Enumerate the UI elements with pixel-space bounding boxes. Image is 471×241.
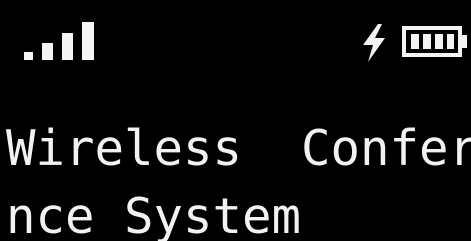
lightning-bolt-icon [360,24,388,62]
signal-bar-2 [42,43,53,60]
signal-strength-icon [24,22,98,60]
display-text-line-1: Wireless Confere [6,120,471,177]
battery-icon [402,26,468,57]
device-display-screen: Wireless Confere nce System [0,0,471,241]
display-text-line-2: nce System [6,188,302,241]
signal-bar-1 [24,52,33,60]
signal-bar-3 [62,33,73,60]
signal-bar-4 [82,22,94,60]
